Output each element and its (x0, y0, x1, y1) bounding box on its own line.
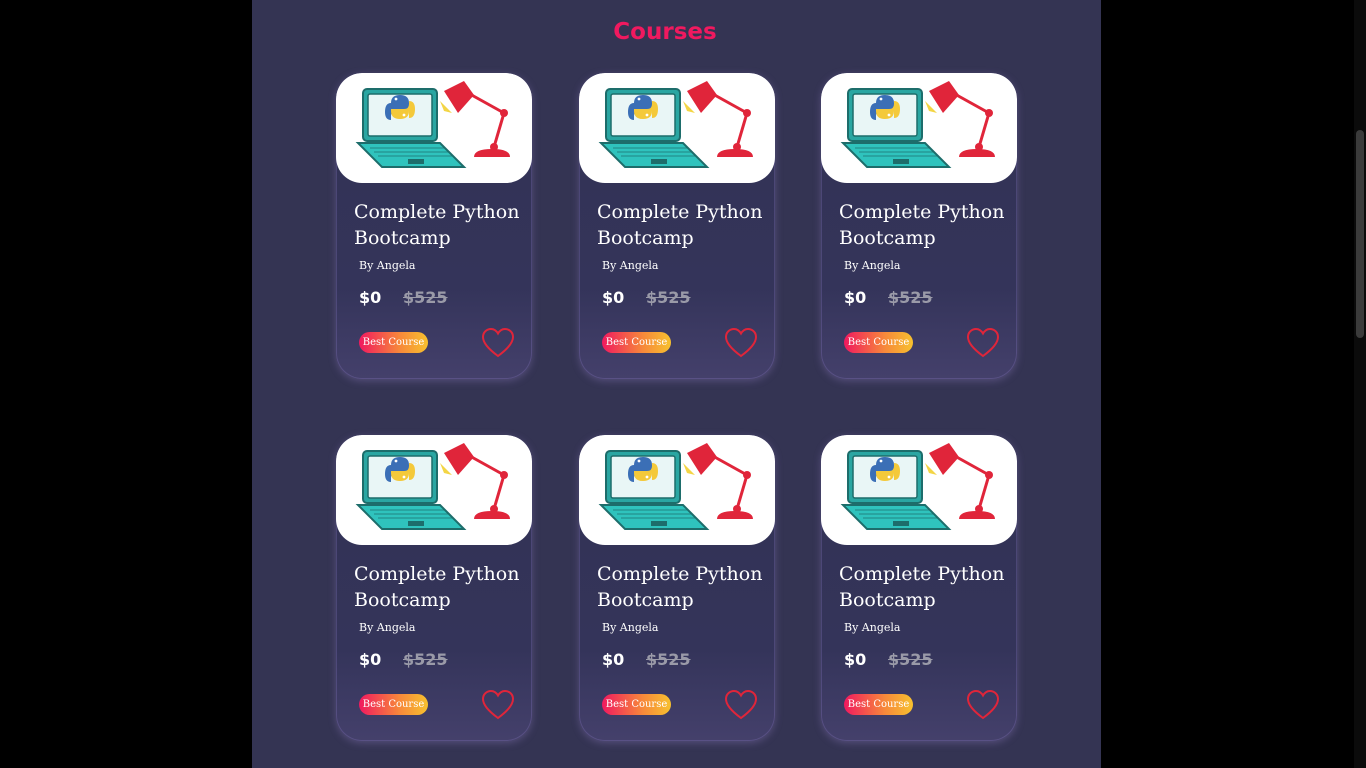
course-card[interactable]: Complete Python Bootcamp By Angela $0 $5… (336, 435, 532, 741)
heart-icon[interactable] (481, 327, 515, 359)
course-image (579, 435, 775, 545)
python-laptop-lamp-illustration-icon (598, 443, 753, 530)
best-course-badge: Best Course (844, 332, 913, 353)
course-image (579, 73, 775, 183)
course-title[interactable]: Complete Python Bootcamp (839, 561, 1014, 613)
heart-icon[interactable] (966, 327, 1000, 359)
heart-icon[interactable] (724, 689, 758, 721)
course-original-price: $525 (888, 288, 933, 307)
course-author: By Angela (602, 621, 659, 634)
best-course-badge: Best Course (602, 694, 671, 715)
heart-icon[interactable] (966, 689, 1000, 721)
course-original-price: $525 (646, 650, 691, 669)
course-price: $0 (844, 288, 867, 307)
course-author: By Angela (844, 259, 901, 272)
course-card[interactable]: Complete Python Bootcamp By Angela $0 $5… (821, 73, 1017, 379)
course-author: By Angela (359, 259, 416, 272)
course-original-price: $525 (403, 650, 448, 669)
course-card[interactable]: Complete Python Bootcamp By Angela $0 $5… (336, 73, 532, 379)
page-container: Courses Complete Python Bootcamp By Ange… (252, 0, 1101, 768)
python-laptop-lamp-illustration-icon (598, 81, 753, 168)
course-image (821, 73, 1017, 183)
course-grid: Complete Python Bootcamp By Angela $0 $5… (336, 73, 1026, 753)
course-title[interactable]: Complete Python Bootcamp (839, 199, 1014, 251)
course-price: $0 (602, 288, 625, 307)
course-author: By Angela (359, 621, 416, 634)
scrollbar-thumb[interactable] (1356, 130, 1364, 338)
course-original-price: $525 (646, 288, 691, 307)
best-course-badge: Best Course (359, 332, 428, 353)
heart-icon[interactable] (724, 327, 758, 359)
course-card[interactable]: Complete Python Bootcamp By Angela $0 $5… (579, 73, 775, 379)
page-title: Courses (613, 19, 717, 45)
python-laptop-lamp-illustration-icon (840, 81, 995, 168)
course-price: $0 (359, 650, 382, 669)
course-author: By Angela (602, 259, 659, 272)
course-image (336, 73, 532, 183)
heart-icon[interactable] (481, 689, 515, 721)
course-image (336, 435, 532, 545)
course-author: By Angela (844, 621, 901, 634)
course-original-price: $525 (403, 288, 448, 307)
course-price: $0 (602, 650, 625, 669)
course-title[interactable]: Complete Python Bootcamp (597, 199, 772, 251)
course-card[interactable]: Complete Python Bootcamp By Angela $0 $5… (821, 435, 1017, 741)
course-title[interactable]: Complete Python Bootcamp (354, 199, 529, 251)
course-card[interactable]: Complete Python Bootcamp By Angela $0 $5… (579, 435, 775, 741)
course-title[interactable]: Complete Python Bootcamp (597, 561, 772, 613)
course-price: $0 (359, 288, 382, 307)
best-course-badge: Best Course (844, 694, 913, 715)
course-image (821, 435, 1017, 545)
python-laptop-lamp-illustration-icon (840, 443, 995, 530)
scrollbar-track[interactable] (1354, 0, 1366, 768)
best-course-badge: Best Course (602, 332, 671, 353)
course-original-price: $525 (888, 650, 933, 669)
best-course-badge: Best Course (359, 694, 428, 715)
python-laptop-lamp-illustration-icon (355, 443, 510, 530)
course-title[interactable]: Complete Python Bootcamp (354, 561, 529, 613)
python-laptop-lamp-illustration-icon (355, 81, 510, 168)
course-price: $0 (844, 650, 867, 669)
